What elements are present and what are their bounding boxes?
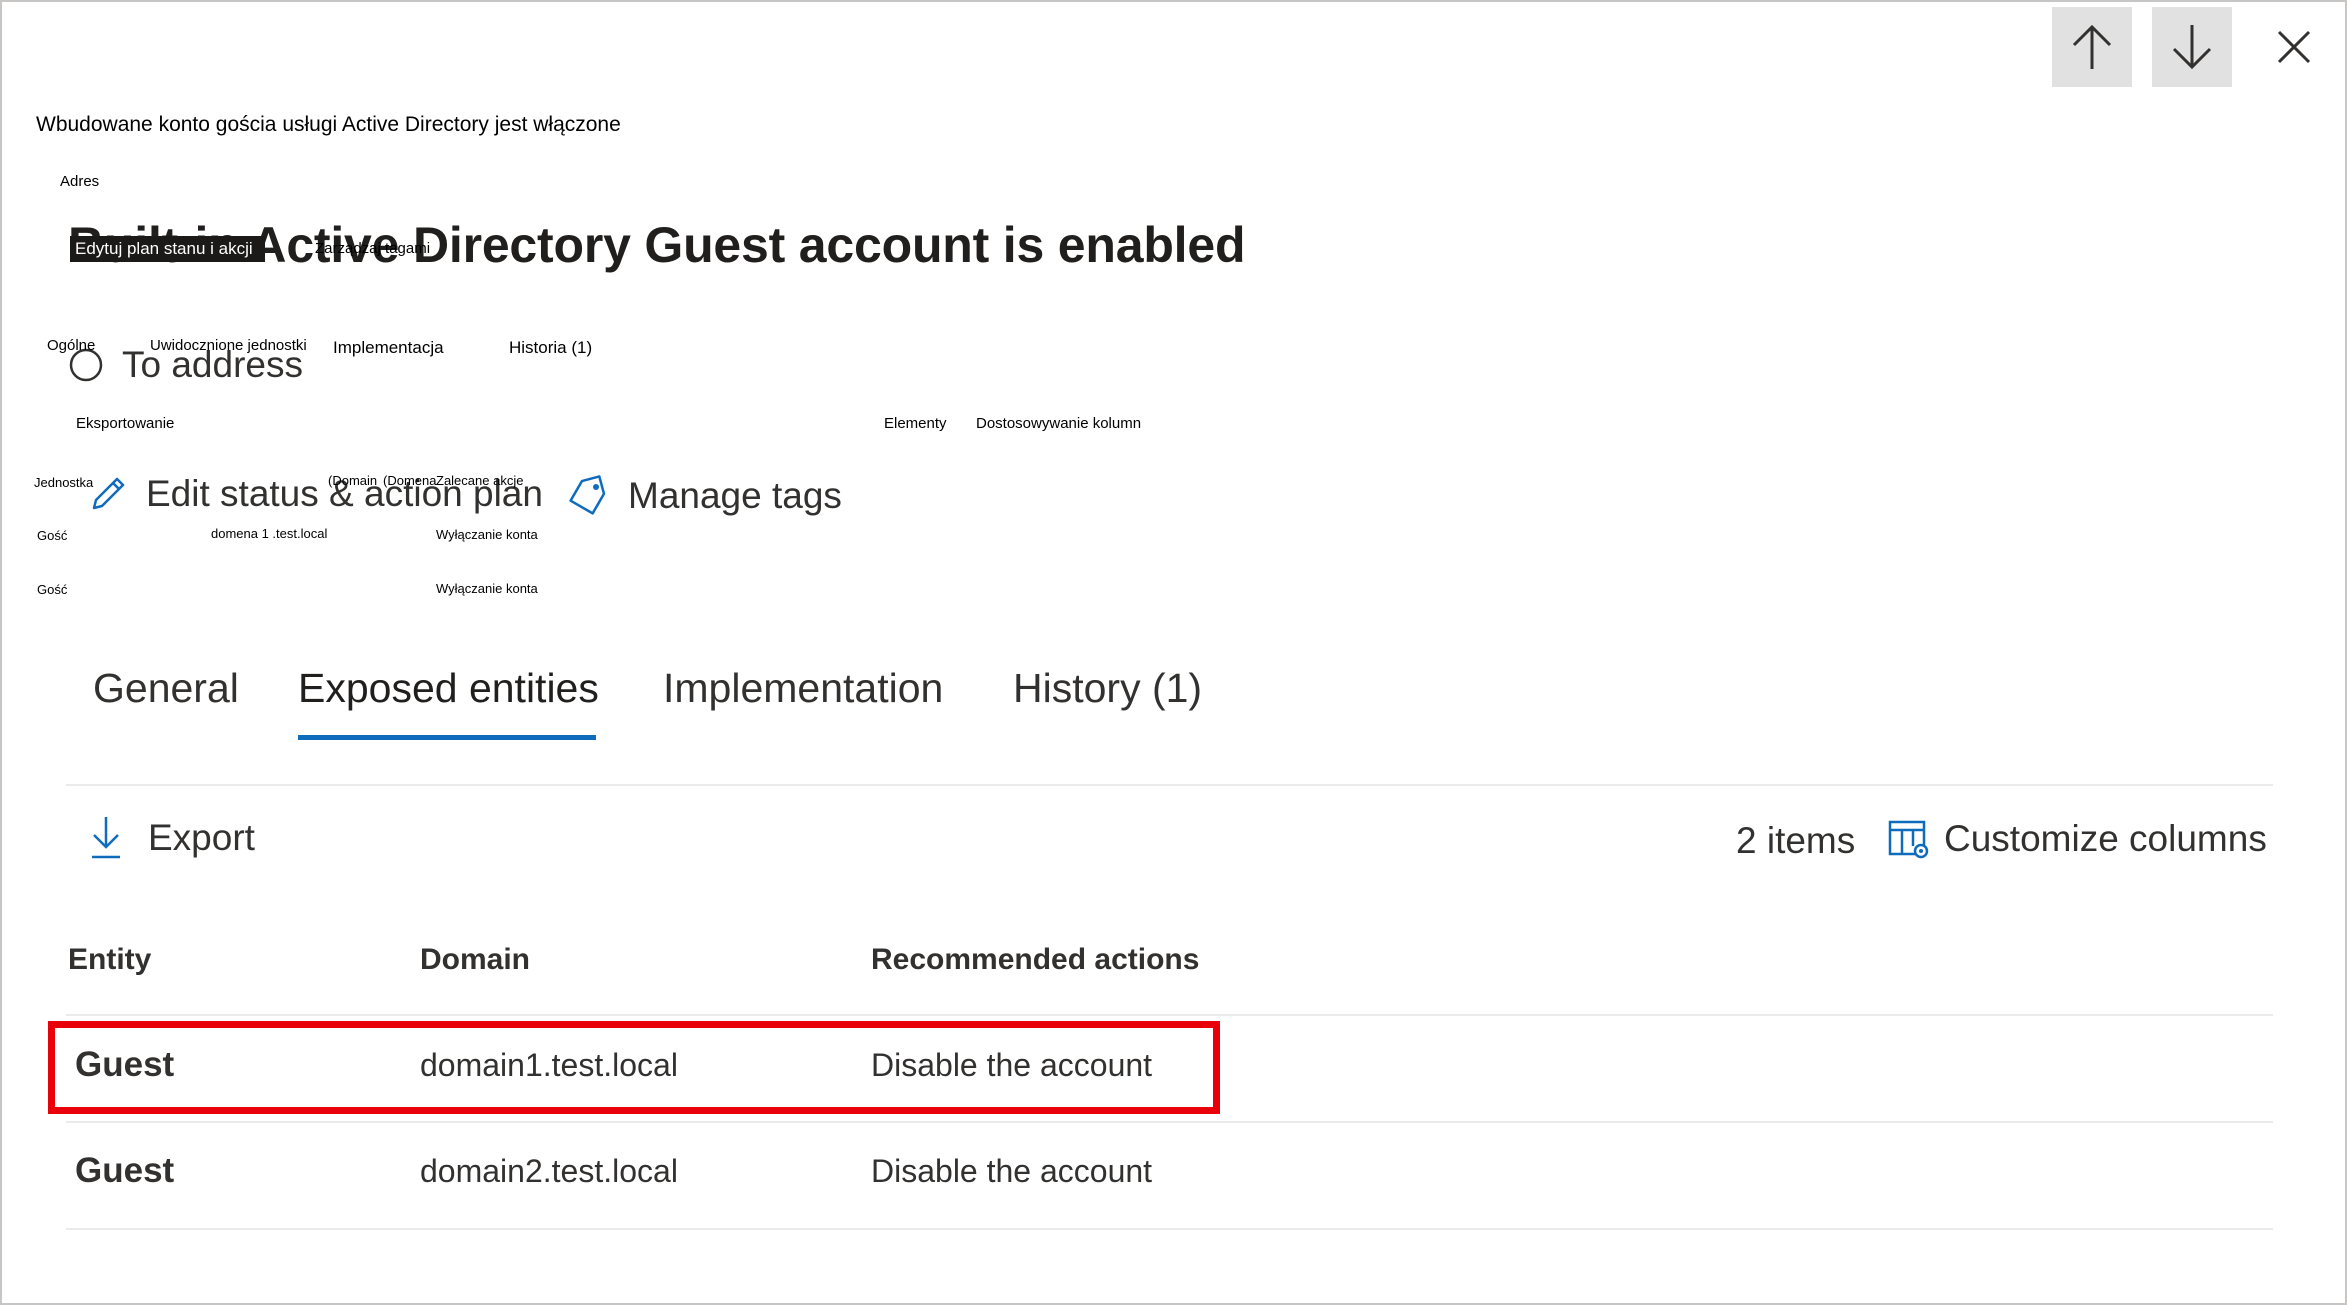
tab-general-translation: Ogólne xyxy=(47,337,96,354)
manage-tags-translation: Zarządzaj tagami xyxy=(315,240,431,257)
table-row[interactable]: Guest domain2.test.local Disable the acc… xyxy=(66,1123,2273,1227)
tab-history-translation: Historia (1) xyxy=(509,338,593,357)
address-translation: Adres xyxy=(60,173,100,190)
column-header-domain[interactable]: Domain xyxy=(420,943,530,977)
arrow-down-icon xyxy=(2172,25,2212,70)
active-tab-indicator xyxy=(298,735,596,740)
row-action: Disable the account xyxy=(871,1153,1153,1189)
row2-entity-translation: Gość xyxy=(37,582,68,597)
tab-exposed-entities[interactable]: Exposed entities xyxy=(298,665,599,712)
customize-translation: Dostosowywanie kolumn xyxy=(976,415,1142,432)
tab-history[interactable]: History (1) xyxy=(1013,665,1202,712)
tab-exposed-translation: Uwidocznione jednostki xyxy=(150,337,307,354)
highlight-box xyxy=(48,1021,1220,1114)
customize-columns-button[interactable]: Customize columns xyxy=(1888,818,2267,860)
tab-general[interactable]: General xyxy=(93,665,239,712)
tab-impl-translation: Implementacja xyxy=(333,338,444,357)
close-button[interactable] xyxy=(2254,7,2334,87)
customize-columns-label: Customize columns xyxy=(1944,818,2267,859)
row1-domain-translation: domena 1 .test.local xyxy=(211,526,328,541)
table-bottom-divider xyxy=(66,1228,2273,1230)
items-count: 2 items xyxy=(1736,820,1856,861)
column-header-entity[interactable]: Entity xyxy=(68,943,151,977)
export-translation: Eksportowanie xyxy=(76,415,175,432)
export-label: Export xyxy=(148,817,255,858)
row1-action-translation: Wyłączanie konta xyxy=(436,527,538,542)
col-domain-b-translation: (Domena xyxy=(383,473,437,488)
column-header-recommended-actions[interactable]: Recommended actions xyxy=(871,943,1199,977)
col-domain-a-translation: (Domain xyxy=(328,473,378,488)
items-translation: Elementy xyxy=(884,415,947,432)
export-button[interactable]: Export xyxy=(88,815,255,861)
manage-tags-label: Manage tags xyxy=(628,475,842,516)
tag-icon xyxy=(569,475,606,515)
col-actions-translation: Zalecane akcje xyxy=(436,473,524,488)
next-item-button[interactable] xyxy=(2152,7,2232,87)
customize-columns-icon xyxy=(1888,820,1929,859)
edit-plan-translation-box: Edytuj plan stanu i akcji xyxy=(70,236,265,262)
edit-plan-translation: Edytuj plan stanu i akcji xyxy=(75,239,253,258)
close-icon xyxy=(2277,30,2311,64)
row-domain: domain2.test.local xyxy=(420,1153,678,1189)
subtitle-translation: Wbudowane konto gościa usługi Active Dir… xyxy=(36,113,621,136)
row1-entity-translation: Gość xyxy=(37,528,68,543)
arrow-up-icon xyxy=(2072,24,2112,69)
row-entity: Guest xyxy=(75,1151,175,1190)
manage-tags-button[interactable]: Manage tags xyxy=(566,474,842,518)
tab-implementation[interactable]: Implementation xyxy=(663,665,943,712)
download-icon xyxy=(92,817,120,859)
col-entity-translation: Jednostka xyxy=(34,475,94,490)
row2-action-translation: Wyłączanie konta xyxy=(436,581,538,596)
tabs-divider xyxy=(66,784,2273,786)
previous-item-button[interactable] xyxy=(2052,7,2132,87)
